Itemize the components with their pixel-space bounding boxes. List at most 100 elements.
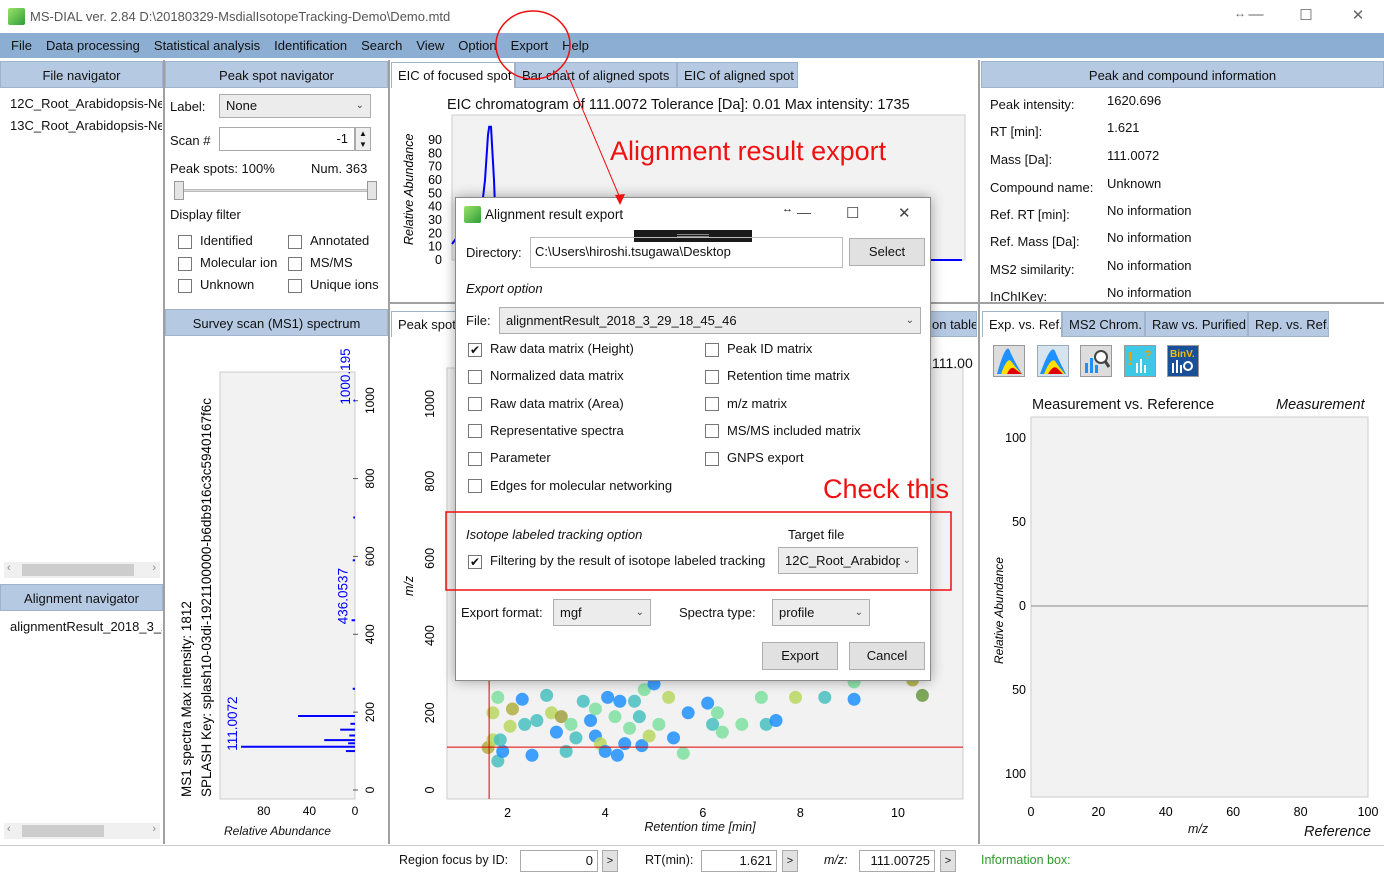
tab-eic-aligned[interactable]: EIC of aligned spot — [677, 62, 798, 88]
file-dropdown[interactable]: alignmentResult_2018_3_29_18_45_46 ⌄ — [499, 307, 921, 334]
dialog-title: Alignment result export — [485, 207, 624, 222]
eic-y-label: Relative Abundance — [402, 134, 416, 245]
menu-help[interactable]: Help — [555, 38, 596, 53]
spectra-type-dropdown[interactable]: profile ⌄ — [772, 599, 870, 626]
export-option-label: Representative spectra — [490, 422, 624, 438]
scan-stepper[interactable]: ▲ ▼ — [355, 127, 371, 151]
export-button[interactable]: Export — [762, 642, 838, 670]
tab-bar-chart[interactable]: Bar chart of aligned spots — [515, 62, 677, 88]
directory-input[interactable]: C:\Users\hiroshi.tsugawa\Desktop — [530, 237, 843, 268]
compare-spectrum-icon[interactable]: !? — [1124, 345, 1156, 377]
menu-export[interactable]: Export — [504, 38, 556, 53]
y-tick-label: 1000 — [363, 387, 377, 414]
tab-eic-focused[interactable]: EIC of focused spot — [391, 62, 515, 88]
menu-option[interactable]: Option — [451, 38, 503, 53]
peak-spots-count: Num. 363 — [311, 161, 368, 176]
export-option-checkbox[interactable]: Retention time matrix — [705, 368, 850, 384]
export-format-label: Export format: — [461, 605, 543, 620]
menu-view[interactable]: View — [409, 38, 451, 53]
mz-go-button[interactable]: > — [940, 850, 956, 872]
maximize-button[interactable]: ☐ — [846, 204, 859, 222]
filter-checkbox[interactable]: Unknown — [178, 277, 254, 293]
isotope-filter-checkbox[interactable]: ✔ Filtering by the result of isotope labe… — [468, 553, 765, 569]
export-option-label: MS/MS included matrix — [727, 422, 861, 438]
info-value: No information — [1107, 285, 1192, 300]
scan-input[interactable]: -1 — [219, 127, 355, 151]
mz-label: m/z: — [824, 853, 848, 867]
alignment-navigator-scrollbar[interactable]: ‹ › — [4, 823, 160, 839]
y-tick-label: 800 — [363, 468, 377, 488]
peak-spots-slider[interactable] — [178, 189, 376, 192]
export-option-checkbox[interactable]: m/z matrix — [705, 396, 787, 412]
filter-checkbox[interactable]: Unique ions — [288, 277, 379, 293]
info-label: Compound name: — [990, 180, 1094, 195]
splitter[interactable] — [978, 60, 980, 844]
peak-shape-alt-icon[interactable] — [1037, 345, 1069, 377]
export-option-checkbox[interactable]: ✔ Raw data matrix (Height) — [468, 341, 634, 357]
tab-table[interactable]: on table — [925, 311, 977, 337]
tab-peak-spot[interactable]: Peak spot — [391, 311, 461, 337]
close-button[interactable]: ✕ — [1348, 6, 1368, 24]
slider-handle-max[interactable] — [367, 181, 377, 200]
file-item[interactable]: 12C_Root_Arabidopsis-Neg — [10, 96, 162, 111]
menu-file[interactable]: File — [4, 38, 39, 53]
menu-statistical-analysis[interactable]: Statistical analysis — [147, 38, 267, 53]
x-tick-label: 8 — [797, 806, 804, 820]
minimize-button[interactable]: — — [1246, 6, 1266, 23]
select-button[interactable]: Select — [849, 238, 925, 266]
minimize-button[interactable]: — — [797, 204, 811, 220]
scatter-point — [789, 690, 803, 704]
menu-data-processing[interactable]: Data processing — [39, 38, 147, 53]
target-file-dropdown[interactable]: 12C_Root_Arabidop ⌄ — [778, 547, 918, 574]
splitter[interactable] — [388, 60, 390, 844]
export-option-checkbox[interactable]: Parameter — [468, 450, 551, 466]
filter-label: Unknown — [200, 277, 255, 292]
slider-handle-min[interactable] — [174, 181, 184, 200]
file-navigator-scrollbar[interactable]: ‹ › — [4, 562, 160, 578]
peak-shape-icon[interactable] — [993, 345, 1025, 377]
title-bar: MS-DIAL ver. 2.84 D:\20180329-MsdialIsot… — [0, 0, 1384, 32]
menu-search[interactable]: Search — [354, 38, 409, 53]
file-item[interactable]: 13C_Root_Arabidopsis-Neg — [10, 118, 162, 133]
alignment-item[interactable]: alignmentResult_2018_3_29_18_45_46 — [10, 619, 162, 634]
export-option-label: Edges for molecular networking — [490, 477, 673, 493]
export-option-checkbox[interactable]: GNPS export — [705, 450, 804, 466]
filter-checkbox[interactable]: Molecular ion — [178, 255, 277, 271]
rt-go-button[interactable]: > — [782, 850, 798, 872]
mz-input[interactable]: 111.00725 — [859, 850, 935, 872]
export-option-checkbox[interactable]: MS/MS included matrix — [705, 423, 861, 439]
menu-bar: File Data processing Statistical analysi… — [0, 33, 1384, 58]
export-option-checkbox[interactable]: Representative spectra — [468, 423, 624, 439]
export-option-checkbox[interactable]: Normalized data matrix — [468, 368, 624, 384]
tab-ms2-chrom[interactable]: MS2 Chrom. — [1062, 311, 1145, 337]
region-go-button[interactable]: > — [602, 850, 618, 872]
cancel-button[interactable]: Cancel — [849, 642, 925, 670]
filter-checkbox[interactable]: MS/MS — [288, 255, 353, 271]
export-format-dropdown[interactable]: mgf ⌄ — [553, 599, 651, 626]
resize-icon[interactable]: ↔ — [782, 203, 793, 215]
tab-raw-vs-purified[interactable]: Raw vs. Purified — [1145, 311, 1248, 337]
info-value: 1.621 — [1107, 120, 1140, 135]
export-option-checkbox[interactable]: Raw data matrix (Area) — [468, 396, 624, 412]
filter-label: Unique ions — [310, 277, 379, 292]
rt-input[interactable]: 1.621 — [701, 850, 777, 872]
tab-rep-vs-ref[interactable]: Rep. vs. Ref. — [1248, 311, 1329, 337]
export-option-checkbox[interactable]: Peak ID matrix — [705, 341, 812, 357]
region-id-input[interactable]: 0 — [520, 850, 598, 872]
filter-checkbox[interactable]: Annotated — [288, 233, 369, 249]
tab-exp-vs-ref[interactable]: Exp. vs. Ref. — [982, 311, 1062, 337]
scatter-point — [518, 717, 532, 731]
export-option-checkbox[interactable]: Edges for molecular networking — [468, 478, 672, 494]
info-value: 1620.696 — [1107, 93, 1162, 108]
label-dropdown[interactable]: None ⌄ — [219, 94, 371, 118]
annotation-export-note: Alignment result export — [610, 136, 887, 166]
menu-identification[interactable]: Identification — [267, 38, 354, 53]
splitter[interactable] — [980, 302, 1384, 304]
spectrum-search-icon[interactable] — [1080, 345, 1112, 377]
filter-checkbox[interactable]: Identified — [178, 233, 253, 249]
bin-view-icon[interactable]: BinV. — [1167, 345, 1199, 377]
survey-x-label: Relative Abundance — [224, 824, 331, 838]
maximize-button[interactable]: ☐ — [1296, 6, 1316, 24]
close-button[interactable]: ✕ — [898, 204, 911, 222]
export-option-label: GNPS export — [727, 450, 804, 466]
